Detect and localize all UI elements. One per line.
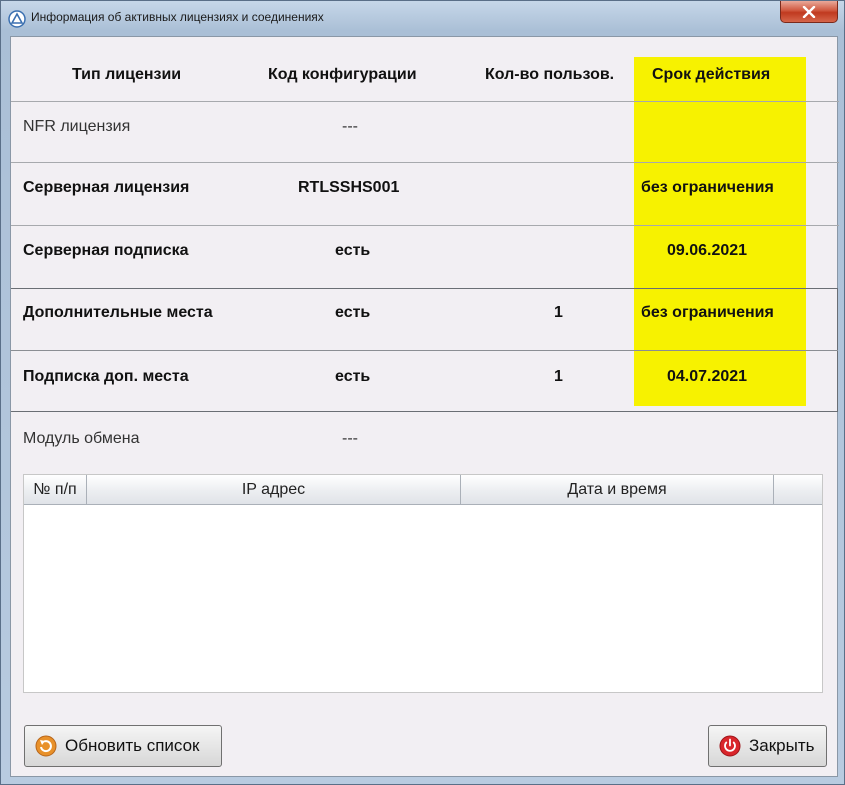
dialog-window: Информация об активных лицензиях и соеди… [0, 0, 845, 785]
config-code-server: RTLSSHS001 [298, 179, 400, 196]
title-bar: Информация об активных лицензиях и соеди… [1, 1, 844, 35]
column-header-expiry: Срок действия [652, 66, 771, 83]
expiry-server-subscription: 09.06.2021 [667, 242, 748, 259]
power-icon [719, 735, 741, 757]
close-icon [802, 5, 816, 18]
row-divider [11, 162, 839, 163]
license-type-seat-subscription: Подписка доп. места [23, 368, 189, 385]
refresh-list-label: Обновить список [65, 736, 200, 755]
row-divider [11, 350, 838, 351]
sessions-header-extra[interactable] [774, 475, 822, 505]
row-divider [11, 101, 839, 102]
config-code-seat-subscription: есть [335, 368, 371, 385]
close-dialog-label: Закрыть [749, 736, 815, 755]
sessions-header-number[interactable]: № п/п [24, 475, 87, 505]
sessions-header-date-time[interactable]: Дата и время [461, 475, 774, 505]
exchange-module-value: --- [342, 430, 358, 447]
expiry-server: без ограничения [641, 179, 774, 196]
license-type-additional-seats: Дополнительные места [23, 304, 213, 321]
expiry-additional-seats: без ограничения [641, 304, 774, 321]
config-code-nfr: --- [342, 118, 358, 135]
app-logo-icon [8, 10, 26, 28]
column-header-user-count: Кол-во пользов. [485, 66, 615, 83]
config-code-additional-seats: есть [335, 304, 371, 321]
expiry-seat-subscription: 04.07.2021 [667, 368, 748, 385]
users-additional-seats: 1 [554, 304, 563, 321]
column-header-config-code: Код конфигурации [268, 66, 417, 83]
exchange-module-label: Модуль обмена [23, 430, 140, 447]
config-code-server-subscription: есть [335, 242, 371, 259]
refresh-icon [35, 735, 57, 757]
sessions-header-ip-address[interactable]: IP адрес [87, 475, 461, 505]
users-seat-subscription: 1 [554, 368, 563, 385]
close-dialog-button[interactable]: Закрыть [708, 725, 827, 767]
column-header-license-type: Тип лицензии [72, 66, 182, 83]
window-close-button[interactable] [780, 1, 838, 23]
dialog-client-area: Тип лицензии Код конфигурации Кол-во пол… [10, 36, 839, 777]
refresh-list-button[interactable]: Обновить список [24, 725, 222, 767]
sessions-table[interactable]: № п/п IP адрес Дата и время [23, 474, 823, 693]
license-type-server-subscription: Серверная подписка [23, 242, 189, 259]
license-type-server: Серверная лицензия [23, 179, 190, 196]
row-divider [11, 225, 839, 226]
window-title: Информация об активных лицензиях и соеди… [31, 10, 324, 24]
license-type-nfr: NFR лицензия [23, 118, 131, 135]
